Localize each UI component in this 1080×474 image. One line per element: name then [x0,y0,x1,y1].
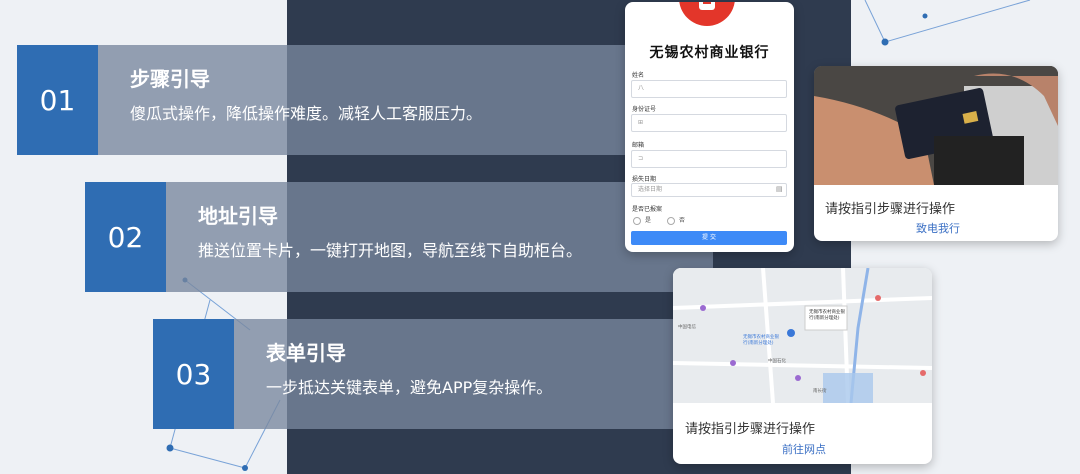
step-row-03: 03 表单引导 一步抵达关键表单，避免APP复杂操作。 [153,319,673,429]
map-card: 无锡市农村商业银行(南新分理处) 无锡市农村商业银行(南新分理处) 中国电信 中… [673,268,932,464]
field-label-name: 姓名 [632,72,645,79]
map-poi-label: 无锡市农村商业银行(南新分理处) [743,335,779,346]
id-number-field[interactable]: ⊞ [631,114,787,132]
map-poi-label: 南长街 [813,389,827,394]
map-poi-label: 中国电信 [678,325,696,330]
photo-card: 请按指引步骤进行操作 致电我行 [814,66,1058,241]
step-number: 02 [85,182,166,292]
step-title: 表单引导 [266,341,346,365]
bank-name: 无锡农村商业银行 [649,45,770,61]
step-row-01: 01 步骤引导 傻瓜式操作，降低操作难度。减轻人工客服压力。 [17,45,625,155]
step-number: 03 [153,319,234,429]
field-label-email: 邮箱 [632,142,645,149]
step-description: 傻瓜式操作，降低操作难度。减轻人工客服压力。 [130,104,483,123]
step-description: 一步抵达关键表单，避免APP复杂操作。 [266,378,553,397]
bank-logo-icon [679,2,735,26]
step-row-02: 02 地址引导 推送位置卡片，一键打开地图，导航至线下自助柜台。 [85,182,713,292]
map-marker-label: 无锡市农村商业银行(南新分理处) [809,310,845,321]
name-field[interactable]: 八 [631,80,787,98]
form-card: 无锡农村商业银行 姓名 八 身份证号 ⊞ 邮箱 ⊐ 损失日期 选择日期 ▤ 是否… [625,2,794,252]
go-to-branch-link[interactable]: 前往网点 [782,441,826,457]
step-title: 步骤引导 [130,67,210,91]
email-field[interactable]: ⊐ [631,150,787,168]
submit-button[interactable]: 提 交 [631,231,787,245]
radio-no[interactable]: 否 [667,215,685,225]
call-bank-link[interactable]: 致电我行 [916,220,960,236]
card-payment-photo [814,66,1058,185]
calendar-icon[interactable]: ▤ [776,185,783,193]
radio-yes[interactable]: 是 [633,215,651,225]
map-view[interactable] [673,268,932,403]
field-label-date: 损失日期 [632,176,657,183]
instruction-text: 请按指引步骤进行操作 [825,202,956,217]
radio-group: 是 否 [633,215,685,225]
instruction-text: 请按指引步骤进行操作 [685,422,816,437]
step-number: 01 [17,45,98,155]
question-label: 是否已报案 [632,206,663,213]
map-poi-label: 中国石化 [768,359,786,364]
field-label-id: 身份证号 [632,106,657,113]
date-field[interactable]: 选择日期 [631,183,787,197]
